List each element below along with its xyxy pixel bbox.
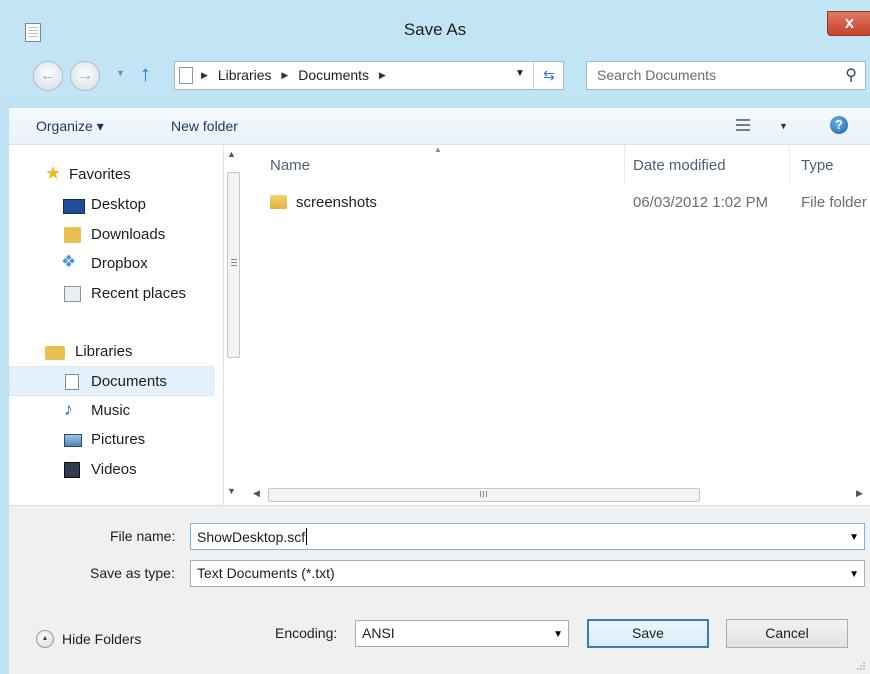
documents-icon xyxy=(65,374,79,390)
back-button[interactable]: ← xyxy=(33,61,63,91)
scroll-right-arrow-icon[interactable]: ▶ xyxy=(856,488,863,499)
dropbox-icon: ❖ xyxy=(61,252,77,271)
hide-folders-label: Hide Folders xyxy=(62,631,142,647)
music-note-icon: ♪ xyxy=(64,399,73,419)
star-icon: ★ xyxy=(45,163,62,183)
folder-icon xyxy=(270,195,287,209)
file-name-value: ShowDesktop.scf xyxy=(197,528,308,545)
save-form: File name: ShowDesktop.scf ▼ Save as typ… xyxy=(9,505,870,674)
cancel-button[interactable]: Cancel xyxy=(726,619,848,648)
pictures-icon xyxy=(64,434,82,447)
column-header-date-modified[interactable]: Date modified xyxy=(633,157,726,174)
column-divider[interactable] xyxy=(624,145,625,185)
resize-grip-icon[interactable] xyxy=(856,661,866,671)
organize-button[interactable]: Organize ▾ xyxy=(36,118,104,135)
save-button[interactable]: Save xyxy=(587,619,709,648)
navigation-bar: ← → ▼ ↑ ▶ Libraries ▶ Documents ▶ ▼ ⇆ Se… xyxy=(0,55,870,100)
file-name-input[interactable]: ShowDesktop.scf ▼ xyxy=(190,523,865,550)
chevron-down-icon[interactable]: ▼ xyxy=(553,629,563,640)
sidebar-item-downloads[interactable]: Downloads xyxy=(9,220,214,250)
sidebar-item-label: Dropbox xyxy=(91,255,148,272)
file-name: screenshots xyxy=(296,194,377,211)
sidebar-item-desktop[interactable]: Desktop xyxy=(9,190,214,220)
save-as-type-label: Save as type: xyxy=(90,565,175,581)
file-list: ▲ Name Date modified Type screenshots 06… xyxy=(243,145,870,505)
column-header-name[interactable]: Name xyxy=(270,157,310,174)
scroll-grip-icon xyxy=(480,491,481,497)
encoding-value: ANSI xyxy=(362,625,395,641)
close-button[interactable]: x xyxy=(827,11,870,36)
file-name-label: File name: xyxy=(110,528,176,544)
scroll-grip-icon xyxy=(231,259,237,260)
file-date-modified: 06/03/2012 1:02 PM xyxy=(633,194,769,211)
change-view-icon[interactable] xyxy=(736,119,750,131)
sidebar-item-label: Documents xyxy=(91,373,167,390)
sidebar-item-label: Music xyxy=(91,402,131,419)
command-toolbar: Organize ▾ New folder ▼ ? xyxy=(9,108,870,145)
downloads-folder-icon xyxy=(64,227,81,243)
sidebar-item-label: Videos xyxy=(91,461,137,478)
file-list-horizontal-scrollbar[interactable]: ◀ ▶ xyxy=(243,485,870,505)
sidebar-item-dropbox[interactable]: ❖ Dropbox xyxy=(9,249,214,279)
save-as-dialog: Save As x ← → ▼ ↑ ▶ Libraries ▶ Document… xyxy=(0,0,870,674)
window-title: Save As xyxy=(403,20,467,39)
refresh-icon[interactable]: ⇆ xyxy=(533,62,564,89)
table-row[interactable]: screenshots 06/03/2012 1:02 PM File fold… xyxy=(243,190,870,216)
sidebar-item-videos[interactable]: Videos xyxy=(9,455,214,485)
address-dropdown-icon[interactable]: ▼ xyxy=(515,68,525,79)
file-type: File folder xyxy=(801,194,867,211)
sidebar-item-label: Libraries xyxy=(75,343,133,360)
sidebar-item-recent-places[interactable]: Recent places xyxy=(9,279,214,309)
scroll-left-arrow-icon[interactable]: ◀ xyxy=(253,488,260,499)
chevron-down-icon[interactable]: ▼ xyxy=(849,532,859,543)
desktop-icon xyxy=(63,199,85,214)
breadcrumb-separator-icon[interactable]: ▶ xyxy=(201,70,208,80)
breadcrumb-libraries[interactable]: Libraries xyxy=(218,67,272,83)
recent-locations-chevron-icon[interactable]: ▼ xyxy=(116,68,125,78)
new-folder-button[interactable]: New folder xyxy=(171,118,238,134)
sidebar-item-label: Recent places xyxy=(91,285,187,302)
sidebar-item-label: Favorites xyxy=(69,166,131,183)
encoding-label: Encoding: xyxy=(275,625,338,641)
scroll-up-arrow-icon[interactable]: ▲ xyxy=(227,149,236,159)
document-location-icon xyxy=(179,67,193,84)
recent-places-icon xyxy=(64,286,81,302)
scrollbar-thumb[interactable] xyxy=(268,488,700,502)
address-bar[interactable]: ▶ Libraries ▶ Documents ▶ ▼ ⇆ xyxy=(174,61,564,90)
chevron-down-icon[interactable]: ▼ xyxy=(849,569,859,580)
breadcrumb-separator-icon[interactable]: ▶ xyxy=(281,70,288,80)
view-options-chevron-icon[interactable]: ▼ xyxy=(779,121,788,131)
sidebar-item-label: Pictures xyxy=(91,431,146,448)
sort-ascending-icon: ▲ xyxy=(434,145,442,154)
encoding-select[interactable]: ANSI ▼ xyxy=(355,620,569,647)
sidebar-item-pictures[interactable]: Pictures xyxy=(9,425,214,455)
title-bar[interactable]: Save As x xyxy=(0,0,870,55)
column-header-type[interactable]: Type xyxy=(801,157,834,174)
scrollbar-thumb[interactable] xyxy=(227,172,240,358)
libraries-icon xyxy=(45,346,65,360)
navigation-pane: ★ Favorites Desktop Downloads ❖ Dropbox … xyxy=(9,145,243,505)
sidebar-item-documents[interactable]: Documents xyxy=(9,366,214,396)
save-as-type-select[interactable]: Text Documents (*.txt) ▼ xyxy=(190,560,865,587)
navigation-scrollbar[interactable]: ▲ ▼ xyxy=(223,145,243,505)
breadcrumb-documents[interactable]: Documents xyxy=(298,67,369,83)
search-icon[interactable]: ⚲ xyxy=(845,65,857,85)
sidebar-item-libraries[interactable]: Libraries xyxy=(9,337,214,367)
sidebar-item-favorites[interactable]: ★ Favorites xyxy=(9,160,214,190)
breadcrumb: ▶ Libraries ▶ Documents ▶ xyxy=(201,67,392,83)
scroll-down-arrow-icon[interactable]: ▼ xyxy=(227,486,236,496)
save-as-type-value: Text Documents (*.txt) xyxy=(197,565,335,581)
help-icon[interactable]: ? xyxy=(830,116,848,134)
videos-icon xyxy=(64,462,80,478)
sidebar-item-music[interactable]: ♪ Music xyxy=(9,396,214,426)
collapse-up-icon: ▲ xyxy=(36,630,54,648)
forward-button[interactable]: → xyxy=(70,61,100,91)
sidebar-item-label: Desktop xyxy=(91,196,147,213)
search-placeholder: Search Documents xyxy=(597,67,717,83)
sidebar-item-label: Downloads xyxy=(91,226,166,243)
search-input[interactable]: Search Documents ⚲ xyxy=(586,61,866,90)
up-arrow-icon[interactable]: ↑ xyxy=(140,63,151,85)
breadcrumb-separator-icon[interactable]: ▶ xyxy=(379,70,386,80)
column-divider[interactable] xyxy=(789,145,790,185)
